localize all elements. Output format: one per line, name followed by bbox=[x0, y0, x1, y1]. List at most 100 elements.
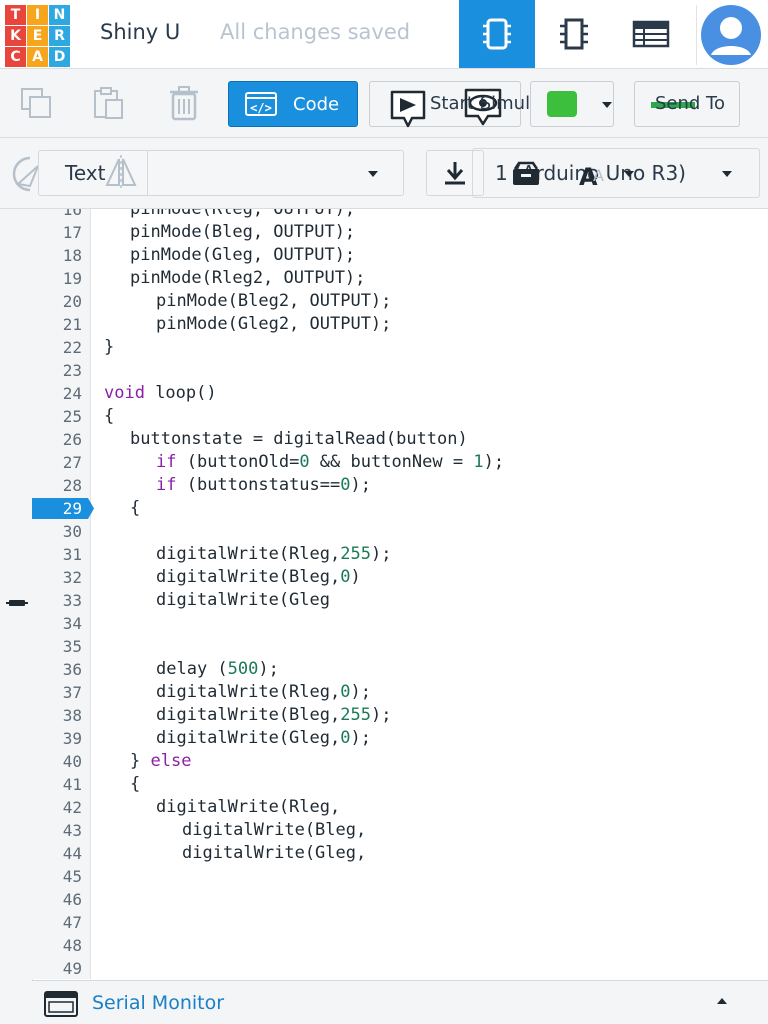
code-line[interactable]: digitalWrite(Gleg bbox=[156, 589, 330, 612]
code-text: digitalWrite(Gleg, bbox=[182, 843, 367, 863]
font-size-icon: A A bbox=[579, 163, 604, 189]
code-line[interactable]: digitalWrite(Rleg,255); bbox=[156, 543, 391, 566]
code-text: ); bbox=[350, 682, 371, 702]
logo-letter: C bbox=[5, 47, 26, 67]
code-number: 0 bbox=[340, 567, 351, 587]
code-line[interactable]: digitalWrite(Rleg, bbox=[156, 796, 340, 819]
code-mode-select[interactable]: Text bbox=[38, 150, 404, 196]
circuit-view-button[interactable] bbox=[459, 0, 535, 68]
code-line[interactable]: if (buttonstatus==0); bbox=[156, 474, 371, 497]
paste-icon[interactable] bbox=[90, 85, 126, 121]
code-text: buttonstate = digitalRead(button) bbox=[130, 429, 468, 449]
code-line[interactable]: pinMode(Bleg, OUTPUT); bbox=[130, 221, 355, 244]
line-number: 44 bbox=[62, 844, 82, 863]
code-line[interactable]: pinMode(Gleg2, OUTPUT); bbox=[156, 313, 391, 336]
tinkercad-logo[interactable]: TIN KER CAD bbox=[5, 5, 70, 67]
trash-icon[interactable] bbox=[166, 85, 202, 121]
logo-letter: E bbox=[27, 26, 48, 46]
code-line[interactable]: } else bbox=[130, 750, 191, 773]
code-number: 0 bbox=[340, 475, 351, 495]
serial-monitor-bar[interactable]: Serial Monitor bbox=[32, 980, 768, 1024]
send-to-button[interactable]: Send To bbox=[634, 81, 740, 127]
code-line[interactable]: { bbox=[130, 773, 140, 796]
tinkercad-code-editor-app: TINKERCAD Shiny U All changes saved </> … bbox=[0, 0, 768, 1024]
send-to-label: Send To bbox=[655, 93, 726, 114]
chevron-up-icon[interactable] bbox=[716, 997, 728, 1005]
code-line[interactable]: digitalWrite(Rleg,0); bbox=[156, 681, 371, 704]
line-number: 26 bbox=[62, 430, 82, 449]
line-number: 41 bbox=[62, 775, 82, 794]
serial-monitor-label: Serial Monitor bbox=[92, 992, 225, 1014]
user-avatar[interactable] bbox=[696, 5, 765, 65]
line-number: 21 bbox=[62, 315, 82, 334]
code-line[interactable]: pinMode(Rleg2, OUTPUT); bbox=[130, 267, 365, 290]
code-line[interactable]: digitalWrite(Bleg,0) bbox=[156, 566, 361, 589]
code-text: digitalWrite(Gleg, bbox=[156, 728, 341, 748]
logo-letter: D bbox=[49, 47, 70, 67]
library-box-icon bbox=[513, 161, 539, 185]
code-line[interactable]: void loop() bbox=[104, 382, 217, 405]
table-list-icon bbox=[632, 20, 670, 48]
code-keyword: void bbox=[104, 383, 145, 403]
simulation-status-indicator bbox=[547, 91, 577, 117]
code-line[interactable]: delay (500); bbox=[156, 658, 279, 681]
code-line[interactable]: pinMode(Bleg2, OUTPUT); bbox=[156, 290, 391, 313]
code-text: ); bbox=[258, 659, 279, 679]
code-line[interactable]: digitalWrite(Bleg, bbox=[182, 819, 366, 842]
code-text: && buttonNew = bbox=[309, 452, 474, 472]
code-window-icon: </> bbox=[245, 92, 277, 116]
code-line[interactable]: digitalWrite(Bleg,255); bbox=[156, 704, 391, 727]
drag-handle-icon[interactable] bbox=[6, 597, 28, 609]
code-line[interactable]: digitalWrite(Gleg, bbox=[182, 842, 366, 865]
code-text: pinMode(Rleg, OUTPUT); bbox=[130, 209, 356, 219]
code-text: digitalWrite(Bleg, bbox=[182, 820, 367, 840]
schematic-view-button[interactable] bbox=[536, 0, 612, 68]
code-line[interactable]: pinMode(Rleg, OUTPUT); bbox=[130, 209, 355, 221]
device-select[interactable]: 1 (Arduino Uno R3) A A bbox=[472, 148, 760, 198]
line-number: 23 bbox=[62, 361, 82, 380]
code-button[interactable]: </> Code bbox=[228, 81, 358, 127]
copy-icon[interactable] bbox=[18, 85, 54, 121]
code-editor[interactable]: 16 17 18 19 20 21 22 23 24 25 26 27 28 29 30 31 32 33 34 35… bbox=[32, 209, 768, 979]
code-number: 0 bbox=[299, 452, 310, 472]
circuit-board-icon bbox=[483, 18, 511, 50]
mirror-icon bbox=[105, 155, 137, 191]
line-number: 39 bbox=[62, 729, 82, 748]
code-text: loop() bbox=[144, 383, 217, 403]
line-number: 27 bbox=[62, 453, 82, 472]
start-simulation-button[interactable]: Start Simulation bbox=[369, 81, 576, 128]
code-text: } bbox=[130, 751, 151, 771]
project-name[interactable]: Shiny U bbox=[100, 20, 180, 44]
code-number: 0 bbox=[340, 728, 351, 748]
code-text: ); bbox=[370, 705, 392, 725]
line-number: 47 bbox=[62, 913, 82, 932]
code-line[interactable]: } bbox=[104, 336, 114, 359]
logo-letter: K bbox=[5, 26, 26, 46]
code-line[interactable]: digitalWrite(Gleg,0); bbox=[156, 727, 371, 750]
line-number: 19 bbox=[62, 269, 82, 288]
code-line[interactable]: if (buttonOld=0 && buttonNew = 1); bbox=[156, 451, 504, 474]
code-mode-value: Text bbox=[65, 161, 106, 185]
code-text: (buttonstatus== bbox=[176, 475, 341, 495]
line-number: 25 bbox=[62, 407, 82, 426]
code-text: delay ( bbox=[156, 659, 228, 679]
code-keyword: if bbox=[156, 452, 177, 472]
line-number: 35 bbox=[62, 637, 82, 656]
line-number: 43 bbox=[62, 821, 82, 840]
chevron-down-icon bbox=[602, 102, 612, 108]
code-line[interactable]: buttonstate = digitalRead(button) bbox=[130, 428, 468, 451]
code-line[interactable]: { bbox=[130, 497, 140, 520]
mode-select-divider bbox=[147, 151, 148, 195]
code-text: pinMode(Bleg, OUTPUT); bbox=[130, 222, 356, 242]
code-line[interactable]: { bbox=[104, 405, 114, 428]
code-line[interactable]: pinMode(Gleg, OUTPUT); bbox=[130, 244, 355, 267]
line-number: 36 bbox=[62, 660, 82, 679]
logo-letter: I bbox=[27, 5, 48, 25]
line-number: 17 bbox=[62, 223, 82, 242]
download-icon bbox=[445, 162, 465, 185]
code-text: { bbox=[104, 406, 115, 426]
simulation-options-dropdown[interactable] bbox=[530, 81, 614, 127]
chevron-down-icon bbox=[368, 171, 378, 177]
code-keyword: if bbox=[156, 475, 177, 495]
component-list-view-button[interactable] bbox=[613, 0, 689, 68]
